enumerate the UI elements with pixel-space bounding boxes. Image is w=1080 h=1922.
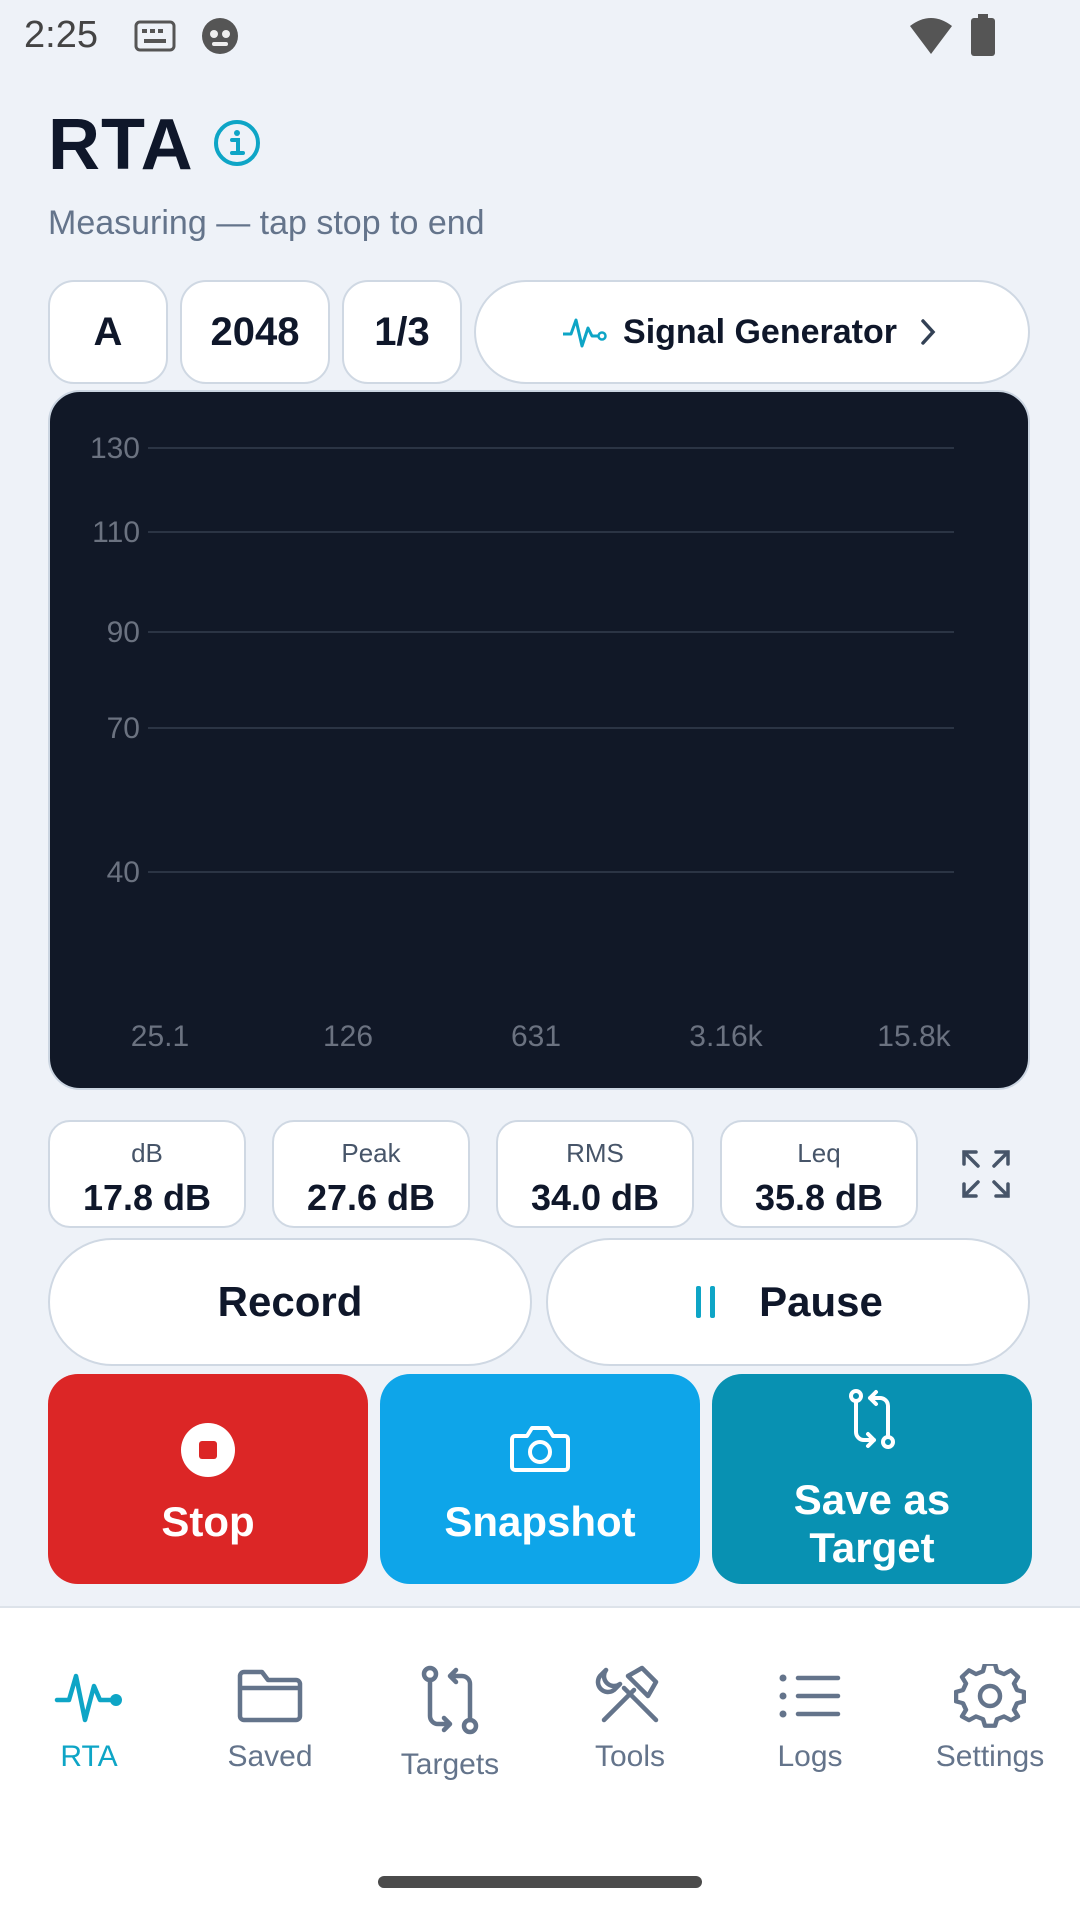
- metric-value: 34.0 dB: [530, 1177, 660, 1218]
- status-time: 2:25: [24, 14, 98, 56]
- rta-chart[interactable]: 130 110 90 70 40 25.1 126 631 3.16k 15.8k: [48, 390, 1030, 1090]
- snapshot-label: Snapshot: [444, 1498, 636, 1545]
- chevron-right-icon: [921, 319, 936, 345]
- weighting-chip[interactable]: A: [48, 280, 168, 384]
- folder-icon: [237, 1669, 303, 1723]
- metric-label: Peak: [341, 1138, 401, 1168]
- nav-label: RTA: [60, 1740, 118, 1773]
- metric-db: dB 17.8 dB: [48, 1120, 246, 1228]
- info-icon[interactable]: [212, 118, 262, 168]
- metric-value: 35.8 dB: [754, 1177, 884, 1218]
- bottom-nav: RTA Saved Targets Tools Logs Settings: [0, 1606, 1080, 1922]
- x-tick-label: 631: [511, 1020, 561, 1053]
- expand-icon[interactable]: [960, 1148, 1012, 1200]
- x-tick-label: 126: [323, 1020, 373, 1053]
- stop-icon: [181, 1423, 235, 1477]
- pause-icon: [696, 1286, 716, 1318]
- compare-icon: [849, 1389, 895, 1449]
- nav-label: Logs: [777, 1740, 843, 1773]
- nav-label: Settings: [935, 1740, 1045, 1773]
- y-tick-label: 110: [92, 516, 140, 549]
- camera-icon: [510, 1426, 570, 1472]
- metric-rms: RMS 34.0 dB: [496, 1120, 694, 1228]
- save-as-target-button[interactable]: Save as Target: [712, 1374, 1032, 1584]
- stop-label: Stop: [161, 1498, 255, 1545]
- x-tick-label: 25.1: [131, 1020, 189, 1053]
- signal-generator-button[interactable]: Signal Generator: [474, 280, 1030, 384]
- nav-item-rta[interactable]: RTA: [14, 1664, 164, 1774]
- battery-icon: [971, 14, 995, 56]
- stop-button[interactable]: Stop: [48, 1374, 368, 1584]
- save-target-label-line2: Target: [809, 1524, 935, 1571]
- status-bar: 2:25: [0, 0, 1080, 72]
- metric-leq: Leq 35.8 dB: [720, 1120, 918, 1228]
- app-notification-icon: [202, 18, 238, 54]
- nav-label: Tools: [594, 1740, 666, 1773]
- signal-generator-label: Signal Generator: [623, 312, 897, 351]
- nav-label: Saved: [227, 1740, 313, 1773]
- nav-item-tools[interactable]: Tools: [555, 1664, 705, 1774]
- metric-peak: Peak 27.6 dB: [272, 1120, 470, 1228]
- keyboard-icon: [134, 20, 176, 52]
- y-tick-label: 90: [107, 616, 140, 649]
- page-title: RTA: [48, 105, 194, 185]
- pause-label: Pause: [759, 1278, 883, 1325]
- snapshot-button[interactable]: Snapshot: [380, 1374, 700, 1584]
- record-label: Record: [217, 1278, 363, 1325]
- pulse-icon: [563, 318, 607, 348]
- home-indicator[interactable]: [378, 1876, 702, 1888]
- compare-icon: [421, 1665, 479, 1735]
- wifi-icon: [910, 18, 952, 54]
- nav-item-saved[interactable]: Saved: [195, 1664, 345, 1774]
- metric-label: RMS: [566, 1138, 624, 1168]
- status-subtitle: Measuring — tap stop to end: [48, 204, 485, 242]
- nav-label: Targets: [400, 1748, 500, 1781]
- metric-label: dB: [131, 1138, 163, 1168]
- nav-item-settings[interactable]: Settings: [915, 1664, 1065, 1774]
- y-tick-label: 70: [107, 712, 140, 745]
- fft-size-chip[interactable]: 2048: [180, 280, 330, 384]
- tools-icon: [595, 1665, 659, 1723]
- rta-chart-plot: 130 110 90 70 40 25.1 126 631 3.16k 15.8k: [90, 432, 954, 1053]
- x-tick-label: 3.16k: [689, 1020, 763, 1053]
- y-tick-label: 130: [90, 432, 140, 465]
- x-tick-label: 15.8k: [877, 1020, 951, 1053]
- list-icon: [779, 1674, 841, 1718]
- y-tick-label: 40: [107, 856, 140, 889]
- metric-value: 27.6 dB: [306, 1177, 436, 1218]
- metric-label: Leq: [797, 1138, 841, 1168]
- record-button[interactable]: Record: [48, 1238, 532, 1366]
- nav-item-targets[interactable]: Targets: [375, 1664, 525, 1782]
- save-target-label-line1: Save as: [793, 1476, 951, 1523]
- pause-button[interactable]: Pause: [546, 1238, 1030, 1366]
- gear-icon: [954, 1664, 1026, 1728]
- pulse-icon: [54, 1673, 122, 1723]
- nav-item-logs[interactable]: Logs: [735, 1664, 885, 1774]
- octave-chip[interactable]: 1/3: [342, 280, 462, 384]
- metric-value: 17.8 dB: [82, 1177, 212, 1218]
